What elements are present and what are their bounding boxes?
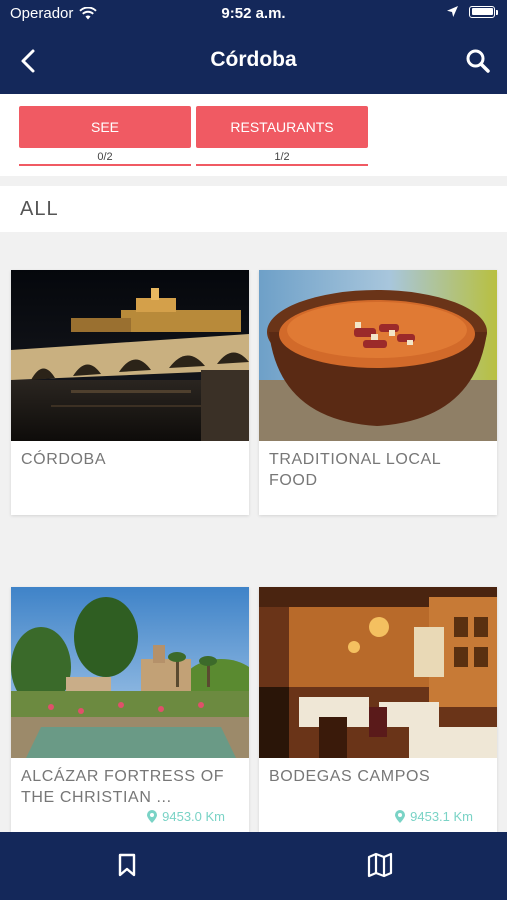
card-cordoba-title: CÓRDOBA (21, 451, 107, 468)
tab-see-label[interactable]: SEE (19, 106, 191, 148)
map-icon[interactable] (367, 852, 393, 878)
card-alcazar-title: ALCÁZAR FORTRESS OF THE CHRISTIAN ... (21, 768, 225, 806)
bottom-tab-bar (0, 832, 507, 900)
tab-see[interactable]: SEE 0/2 (19, 106, 191, 168)
card-cordoba[interactable]: CÓRDOBA (11, 270, 249, 515)
card-bodegas-campos-title: BODEGAS CAMPOS (269, 768, 431, 785)
status-bar: Operador 9:52 a.m. (0, 0, 507, 28)
page-title: Córdoba (210, 48, 297, 71)
card-traditional-food-title: TRADITIONAL LOCAL FOOD (269, 451, 441, 489)
card-cordoba-image (11, 270, 249, 441)
category-tabs: SEE 0/2 RESTAURANTS 1/2 (0, 94, 507, 176)
card-traditional-food[interactable]: TRADITIONAL LOCAL FOOD (259, 270, 497, 515)
battery-icon (469, 5, 498, 18)
card-alcazar-distance-value: 9453.0 Km (162, 809, 225, 824)
location-pin-icon (395, 810, 406, 823)
navigation-bar: Córdoba (0, 28, 507, 94)
status-right-group (446, 5, 498, 18)
tab-see-count: 0/2 (19, 148, 191, 166)
card-traditional-food-image (259, 270, 497, 441)
card-bodegas-campos-distance-value: 9453.1 Km (410, 809, 473, 824)
section-title: ALL (20, 198, 59, 220)
tab-restaurants-label[interactable]: RESTAURANTS (196, 106, 368, 148)
card-bodegas-campos-image (259, 587, 497, 758)
search-icon[interactable] (463, 46, 493, 76)
tab-restaurants-count: 1/2 (196, 148, 368, 166)
location-arrow-icon (447, 6, 458, 17)
status-time: 9:52 a.m. (221, 5, 286, 22)
tab-restaurants[interactable]: RESTAURANTS 1/2 (196, 106, 368, 168)
card-bodegas-campos[interactable]: BODEGAS CAMPOS 9453.1 Km (259, 587, 497, 832)
card-alcazar-distance: 9453.0 Km (147, 809, 225, 824)
bookmark-icon[interactable] (114, 852, 140, 878)
card-alcazar-image (11, 587, 249, 758)
card-alcazar[interactable]: ALCÁZAR FORTRESS OF THE CHRISTIAN ... 94… (11, 587, 249, 832)
location-pin-icon (147, 810, 158, 823)
section-header: ALL (0, 186, 507, 232)
card-bodegas-campos-distance: 9453.1 Km (395, 809, 473, 824)
